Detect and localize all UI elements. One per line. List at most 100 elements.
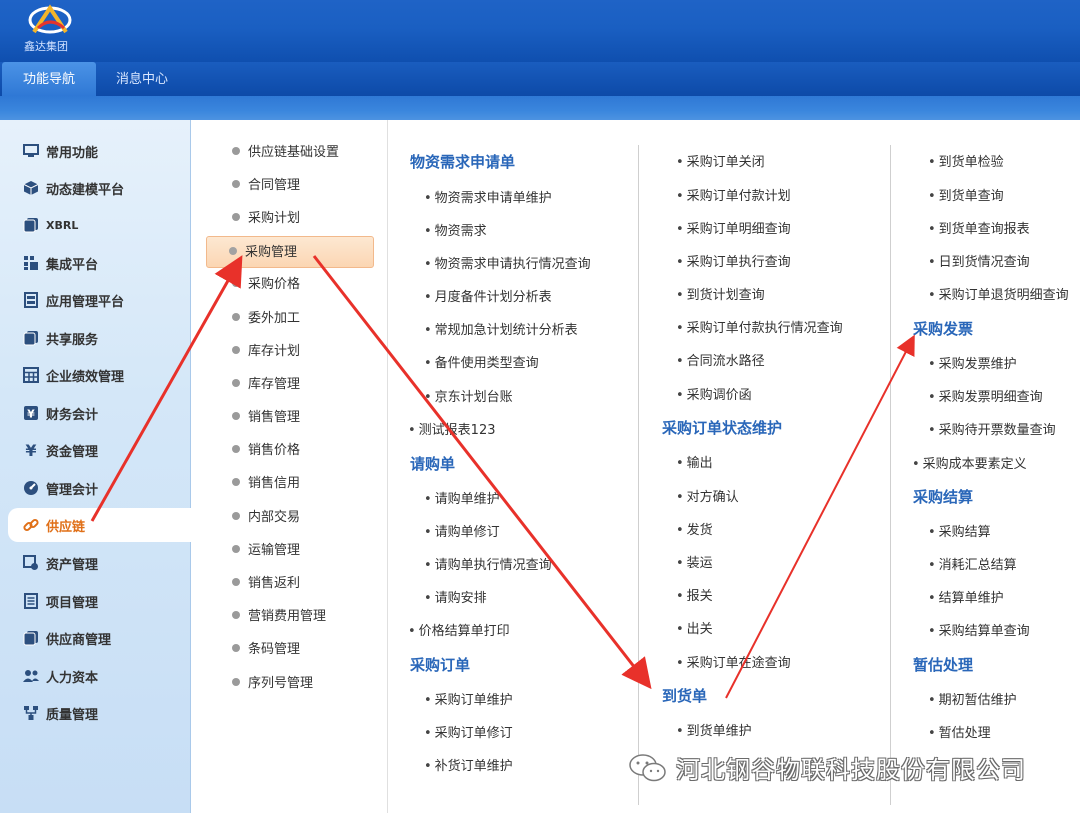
menu-link[interactable]: 暂估处理 [928, 722, 991, 741]
bullet-icon [232, 611, 240, 619]
sidebar-item-accounting[interactable]: ¥ 财务会计 [0, 396, 191, 430]
submenu-item[interactable]: 内部交易 [232, 507, 300, 529]
menu-link[interactable]: 输出 [676, 452, 713, 471]
sidebar-item-supply-chain[interactable]: 供应链 [8, 508, 191, 542]
menu-link[interactable]: 请购安排 [424, 587, 487, 606]
list-icon [22, 593, 40, 609]
menu-link[interactable]: 价格结算单打印 [408, 620, 510, 639]
submenu-item[interactable]: 委外加工 [232, 308, 300, 330]
sidebar-item-shared[interactable]: 共享服务 [0, 321, 191, 355]
menu-link[interactable]: 到货单检验 [928, 151, 1004, 170]
submenu-item[interactable]: 销售返利 [232, 573, 300, 595]
submenu-item[interactable]: 供应链基础设置 [232, 142, 339, 164]
section-title-purchase-order: 采购订单 [410, 656, 471, 674]
submenu-item-selected[interactable]: 采购管理 [206, 236, 374, 268]
submenu-item[interactable]: 条码管理 [232, 639, 300, 661]
menu-link[interactable]: 出关 [676, 618, 713, 637]
menu-link[interactable]: 到货单查询 [928, 185, 1004, 204]
menu-link[interactable]: 请购单维护 [424, 488, 500, 507]
menu-link[interactable]: 采购结算 [928, 521, 991, 540]
menu-link[interactable]: 期初暂估维护 [928, 689, 1017, 708]
section-title-purchase-request: 请购单 [410, 455, 456, 473]
sidebar-item-suppliers[interactable]: 供应商管理 [0, 621, 191, 655]
submenu-item[interactable]: 库存计划 [232, 341, 300, 363]
bullet-icon [232, 180, 240, 188]
sidebar-item-mgmt-accounting[interactable]: 管理会计 [0, 471, 191, 505]
menu-link[interactable]: 采购订单付款计划 [676, 185, 791, 204]
sidebar-item-quality[interactable]: 质量管理 [0, 696, 191, 730]
menu-link[interactable]: 采购订单关闭 [676, 151, 765, 170]
menu-link[interactable]: 常规加急计划统计分析表 [424, 319, 578, 338]
menu-link[interactable]: 采购结算单查询 [928, 620, 1030, 639]
sidebar-item-hr[interactable]: 人力资本 [0, 659, 191, 693]
menu-link[interactable]: 对方确认 [676, 486, 739, 505]
sidebar-item-common[interactable]: 常用功能 [0, 134, 191, 168]
menu-link[interactable]: 装运 [676, 552, 713, 571]
menu-link[interactable]: 发货 [676, 519, 713, 538]
menu-link[interactable]: 采购发票明细查询 [928, 386, 1043, 405]
panel-icon [22, 292, 40, 308]
submenu-item[interactable]: 采购计划 [232, 208, 300, 230]
menu-link[interactable]: 报关 [676, 585, 713, 604]
menu-link[interactable]: 采购订单维护 [424, 689, 513, 708]
menu-link[interactable]: 物资需求申请单维护 [424, 187, 552, 206]
menu-link[interactable]: 日到货情况查询 [928, 251, 1030, 270]
cube-icon [22, 180, 40, 196]
menu-link[interactable]: 采购成本要素定义 [912, 453, 1027, 472]
sidebar-item-xbrl[interactable]: XBRL [0, 208, 191, 242]
menu-link[interactable]: 补货订单维护 [424, 755, 513, 774]
submenu-item[interactable]: 销售信用 [232, 473, 300, 495]
sidebar-item-integration[interactable]: 集成平台 [0, 246, 191, 280]
menu-link[interactable]: 采购订单明细查询 [676, 218, 791, 237]
menu-link[interactable]: 采购订单退货明细查询 [928, 284, 1069, 303]
bullet-icon [232, 678, 240, 686]
submenu-item[interactable]: 营销费用管理 [232, 606, 326, 628]
menu-link[interactable]: 采购发票维护 [928, 353, 1017, 372]
menu-link[interactable]: 结算单维护 [928, 587, 1004, 606]
submenu-item[interactable]: 销售管理 [232, 407, 300, 429]
watermark-text: 河北钢谷物联科技股份有限公司 [676, 756, 1026, 784]
sidebar-item-label: XBRL [46, 218, 79, 232]
sidebar-item-assets[interactable]: 资产管理 [0, 546, 191, 580]
tab-function-nav[interactable]: 功能导航 [2, 62, 96, 96]
app-header: 鑫达集团 [0, 0, 1080, 62]
pages-icon [22, 630, 40, 646]
menu-link[interactable]: 到货单维护 [676, 720, 752, 739]
menu-link[interactable]: 消耗汇总结算 [928, 554, 1017, 573]
gauge-icon [22, 480, 40, 496]
sidebar-item-modeling[interactable]: 动态建模平台 [0, 171, 191, 205]
menu-link[interactable]: 到货单查询报表 [928, 218, 1030, 237]
menu-link[interactable]: 采购调价函 [676, 384, 752, 403]
bullet-icon [232, 512, 240, 520]
menu-link[interactable]: 京东计划台账 [424, 386, 513, 405]
submenu-item[interactable]: 序列号管理 [232, 673, 313, 695]
menu-link[interactable]: 月度备件计划分析表 [424, 286, 552, 305]
menu-link[interactable]: 采购订单修订 [424, 722, 513, 741]
menu-link[interactable]: 物资需求 [424, 220, 487, 239]
menu-link[interactable]: 到货计划查询 [676, 284, 765, 303]
menu-link[interactable]: 采购订单在途查询 [676, 652, 791, 671]
tab-message-center[interactable]: 消息中心 [100, 62, 184, 96]
menu-link[interactable]: 备件使用类型查询 [424, 352, 539, 371]
menu-link[interactable]: 请购单执行情况查询 [424, 554, 552, 573]
submenu-item[interactable]: 运输管理 [232, 540, 300, 562]
sidebar-item-funds[interactable]: ¥ 资金管理 [0, 433, 191, 467]
grid-icon [22, 255, 40, 271]
menu-link[interactable]: 合同流水路径 [676, 350, 765, 369]
sidebar-item-performance[interactable]: 企业绩效管理 [0, 358, 191, 392]
sidebar-item-app-mgmt[interactable]: 应用管理平台 [0, 283, 191, 317]
menu-link[interactable]: 测试报表123 [408, 419, 496, 438]
menu-link[interactable]: 请购单修订 [424, 521, 500, 540]
submenu-item[interactable]: 合同管理 [232, 175, 300, 197]
submenu-item[interactable]: 销售价格 [232, 440, 300, 462]
submenu-item[interactable]: 库存管理 [232, 374, 300, 396]
sidebar-item-label: 资金管理 [46, 444, 99, 460]
menu-link[interactable]: 物资需求申请执行情况查询 [424, 253, 591, 272]
menu-link[interactable]: 采购待开票数量查询 [928, 419, 1056, 438]
sidebar-item-projects[interactable]: 项目管理 [0, 584, 191, 618]
menu-link[interactable]: 采购订单执行查询 [676, 251, 791, 270]
submenu-item[interactable]: 采购价格 [232, 274, 300, 296]
bullet-icon [232, 644, 240, 652]
menu-link[interactable]: 采购订单付款执行情况查询 [676, 317, 843, 336]
sidebar-item-label: 资产管理 [46, 557, 99, 573]
